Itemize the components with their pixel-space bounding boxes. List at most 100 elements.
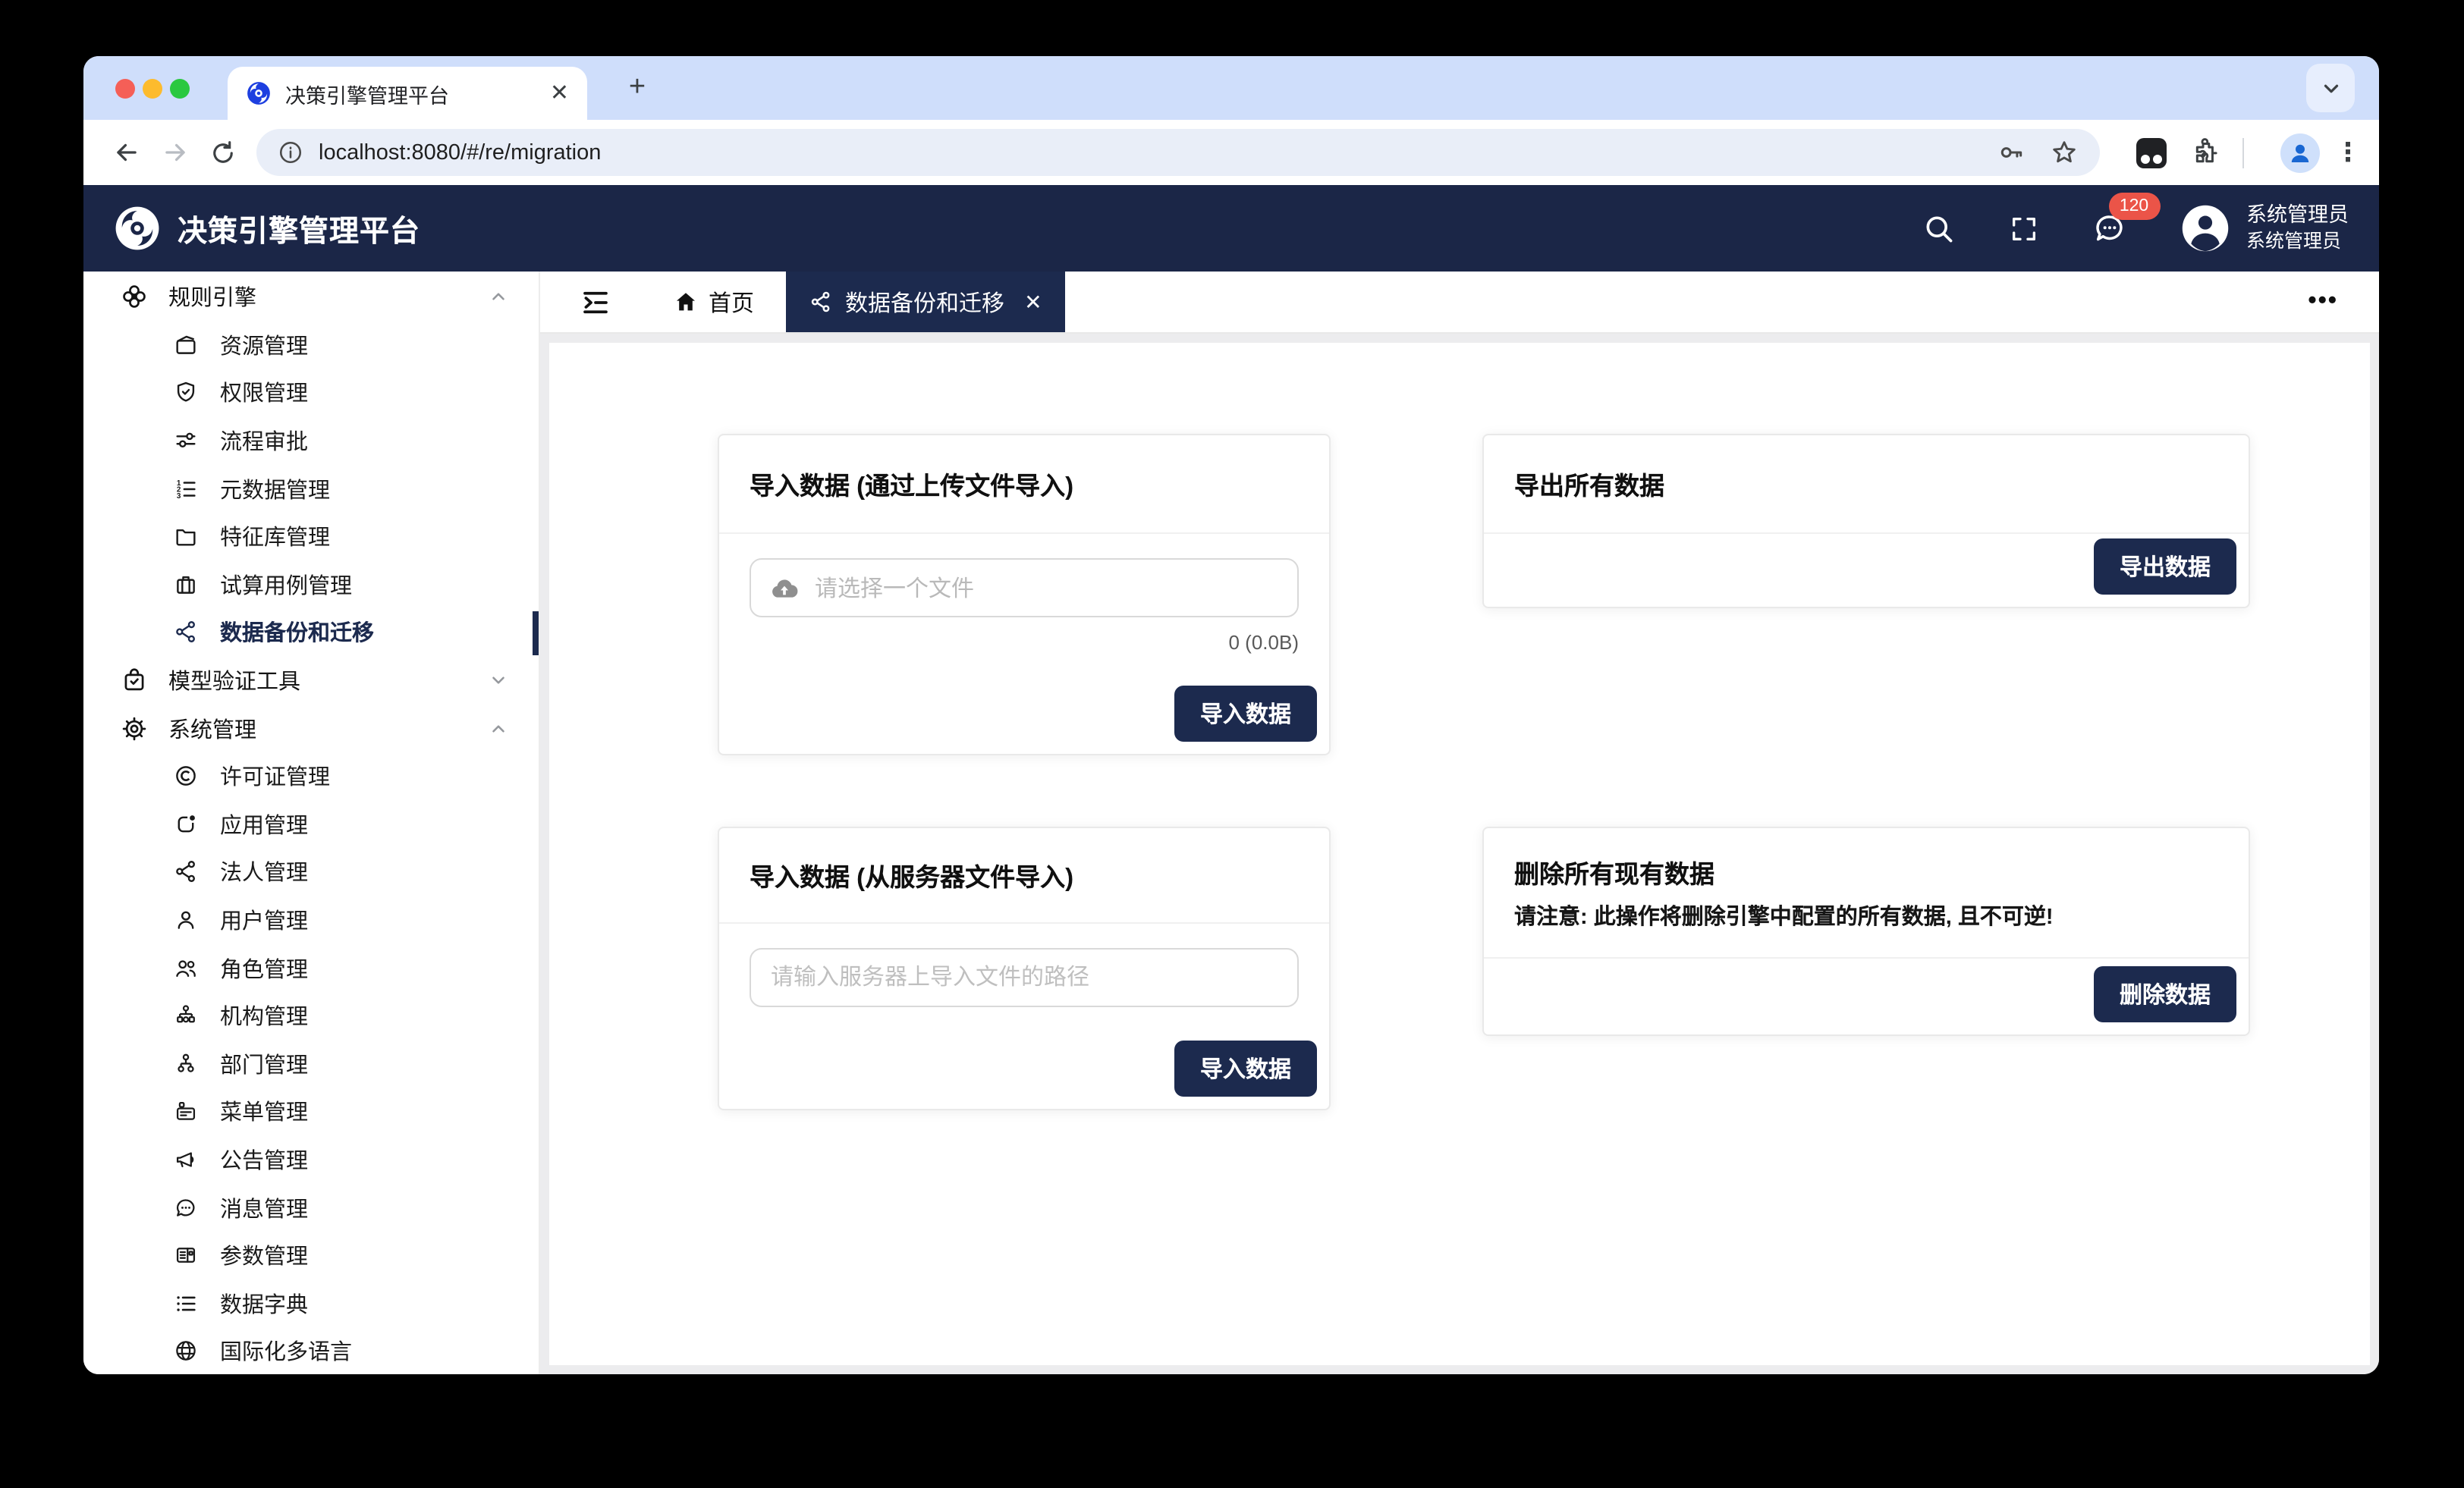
site-info-icon[interactable] (278, 140, 303, 165)
url-bar[interactable]: localhost:8080/#/re/migration (256, 129, 2100, 176)
tab-data-migration[interactable]: 数据备份和迁移 ✕ (786, 272, 1065, 332)
model-tool-icon (120, 666, 149, 695)
sidebar-item-approval[interactable]: 流程审批 (83, 417, 539, 465)
browser-menu-icon[interactable]: ⋮ (2335, 137, 2361, 168)
bookmark-star-icon[interactable] (2050, 138, 2079, 167)
sidebar-item-label: 系统管理 (168, 712, 256, 744)
app-logo-swirl-icon (114, 205, 161, 252)
sidebar-item-role[interactable]: 角色管理 (83, 944, 539, 992)
sidebar-item-license[interactable]: 许可证管理 (83, 752, 539, 800)
sidebar-item-menu[interactable]: 菜单管理 (83, 1088, 539, 1135)
import-data-button[interactable]: 导入数据 (1174, 1041, 1317, 1097)
collapse-sidebar-button[interactable] (580, 286, 611, 318)
sidebar-item-label: 数据备份和迁移 (220, 617, 374, 648)
file-select-input[interactable]: 请选择一个文件 (750, 558, 1299, 617)
sidebar-item-label: 应用管理 (220, 808, 308, 840)
testcase-icon (173, 572, 199, 598)
file-count: 0 (0.0B) (750, 631, 1299, 654)
sidebar: 规则引擎资源管理权限管理流程审批元数据管理特征库管理试算用例管理数据备份和迁移模… (83, 272, 540, 1374)
tab-options-icon[interactable]: ••• (2308, 288, 2338, 315)
traffic-light-close[interactable] (115, 79, 135, 99)
sidebar-item-label: 元数据管理 (220, 472, 330, 504)
sidebar-item-announcement[interactable]: 公告管理 (83, 1135, 539, 1183)
sidebar-item-label: 法人管理 (220, 856, 308, 888)
forward-icon (160, 138, 189, 167)
back-button[interactable] (102, 138, 150, 167)
sidebar-item-system[interactable]: 系统管理 (83, 705, 539, 752)
chevron-down-icon[interactable] (489, 670, 508, 690)
sidebar-item-resource[interactable]: 资源管理 (83, 321, 539, 369)
sidebar-item-label: 试算用例管理 (220, 569, 352, 601)
browser-tab[interactable]: 决策引擎管理平台 ✕ (228, 67, 587, 120)
server-path-input[interactable] (750, 948, 1299, 1007)
export-data-button[interactable]: 导出数据 (2094, 538, 2236, 595)
tab-home-label: 首页 (709, 286, 754, 318)
tab-close-icon[interactable]: ✕ (1024, 289, 1042, 315)
sidebar-item-label: 用户管理 (220, 904, 308, 936)
tab-search-button[interactable] (2306, 64, 2355, 112)
sidebar-item-app[interactable]: 应用管理 (83, 800, 539, 848)
sidebar-item-label: 公告管理 (220, 1144, 308, 1176)
sidebar-item-label: 部门管理 (220, 1048, 308, 1080)
sidebar-item-label: 资源管理 (220, 329, 308, 361)
resource-icon (173, 332, 199, 358)
tab-home[interactable]: 首页 (674, 286, 754, 318)
sidebar-item-message[interactable]: 消息管理 (83, 1184, 539, 1232)
tab-close-icon[interactable]: ✕ (550, 82, 569, 105)
i18n-icon (173, 1339, 199, 1364)
sidebar-item-user[interactable]: 用户管理 (83, 896, 539, 943)
card-title: 导入数据 (从服务器文件导入) (750, 857, 1299, 893)
sidebar-item-feature[interactable]: 特征库管理 (83, 513, 539, 560)
org-icon (173, 1003, 199, 1028)
sidebar-item-testcase[interactable]: 试算用例管理 (83, 560, 539, 608)
user-avatar (2180, 203, 2230, 253)
sidebar-item-org[interactable]: 机构管理 (83, 992, 539, 1040)
sidebar-item-legal[interactable]: 法人管理 (83, 848, 539, 896)
system-icon (120, 714, 149, 742)
search-icon[interactable] (1922, 212, 1955, 245)
reload-button[interactable] (199, 139, 247, 166)
delete-warning: 请注意: 此操作将删除引擎中配置的所有数据, 且不可逆! (1514, 899, 2218, 931)
sidebar-item-model-tool[interactable]: 模型验证工具 (83, 657, 539, 705)
menu-icon (173, 1099, 199, 1125)
rule-engine-icon (120, 283, 149, 312)
sidebar-item-dict[interactable]: 数据字典 (83, 1279, 539, 1327)
traffic-light-minimize[interactable] (143, 79, 162, 99)
user-role: 系统管理员 (2246, 229, 2349, 255)
param-icon (173, 1242, 199, 1268)
sidebar-item-migration[interactable]: 数据备份和迁移 (83, 608, 539, 656)
sidebar-item-label: 菜单管理 (220, 1096, 308, 1128)
chevron-up-icon[interactable] (489, 287, 508, 307)
reload-icon (209, 139, 237, 166)
tab-data-migration-label: 数据备份和迁移 (845, 286, 1004, 318)
delete-data-button[interactable]: 删除数据 (2094, 966, 2236, 1022)
card-header: 导入数据 (从服务器文件导入) (719, 828, 1329, 924)
chevron-up-icon[interactable] (489, 718, 508, 738)
sidebar-item-label: 模型验证工具 (168, 664, 300, 696)
user-menu[interactable]: 系统管理员 系统管理员 (2180, 202, 2349, 255)
sidebar-item-label: 消息管理 (220, 1191, 308, 1223)
dark-extension-icon[interactable] (2136, 137, 2167, 168)
role-icon (173, 955, 199, 981)
extensions-puzzle-icon[interactable] (2191, 137, 2221, 168)
forward-button[interactable] (150, 138, 199, 167)
card-delete-all: 删除所有现有数据 请注意: 此操作将删除引擎中配置的所有数据, 且不可逆! 删除… (1482, 827, 2250, 1036)
sidebar-item-metadata[interactable]: 元数据管理 (83, 465, 539, 513)
browser-profile-avatar[interactable] (2280, 133, 2320, 172)
dict-icon (173, 1291, 199, 1317)
sidebar-item-label: 特征库管理 (220, 521, 330, 553)
sidebar-item-param[interactable]: 参数管理 (83, 1232, 539, 1279)
browser-window: 决策引擎管理平台 ✕ + localhost:8080/#/re/migrati… (83, 56, 2379, 1374)
new-tab-button[interactable]: + (618, 68, 657, 108)
sidebar-item-rule-engine[interactable]: 规则引擎 (83, 273, 539, 321)
sidebar-item-dept[interactable]: 部门管理 (83, 1040, 539, 1088)
import-data-button[interactable]: 导入数据 (1174, 686, 1317, 742)
password-key-icon[interactable] (1997, 138, 2026, 167)
sidebar-item-i18n[interactable]: 国际化多语言 (83, 1327, 539, 1374)
sidebar-item-permission[interactable]: 权限管理 (83, 369, 539, 416)
page-tab-bar: 首页 数据备份和迁移 ✕ ••• (540, 272, 2379, 334)
announcement-icon (173, 1147, 199, 1173)
messages-button[interactable]: 120 (2092, 211, 2126, 246)
traffic-light-zoom[interactable] (170, 79, 190, 99)
fullscreen-icon[interactable] (2008, 213, 2038, 243)
